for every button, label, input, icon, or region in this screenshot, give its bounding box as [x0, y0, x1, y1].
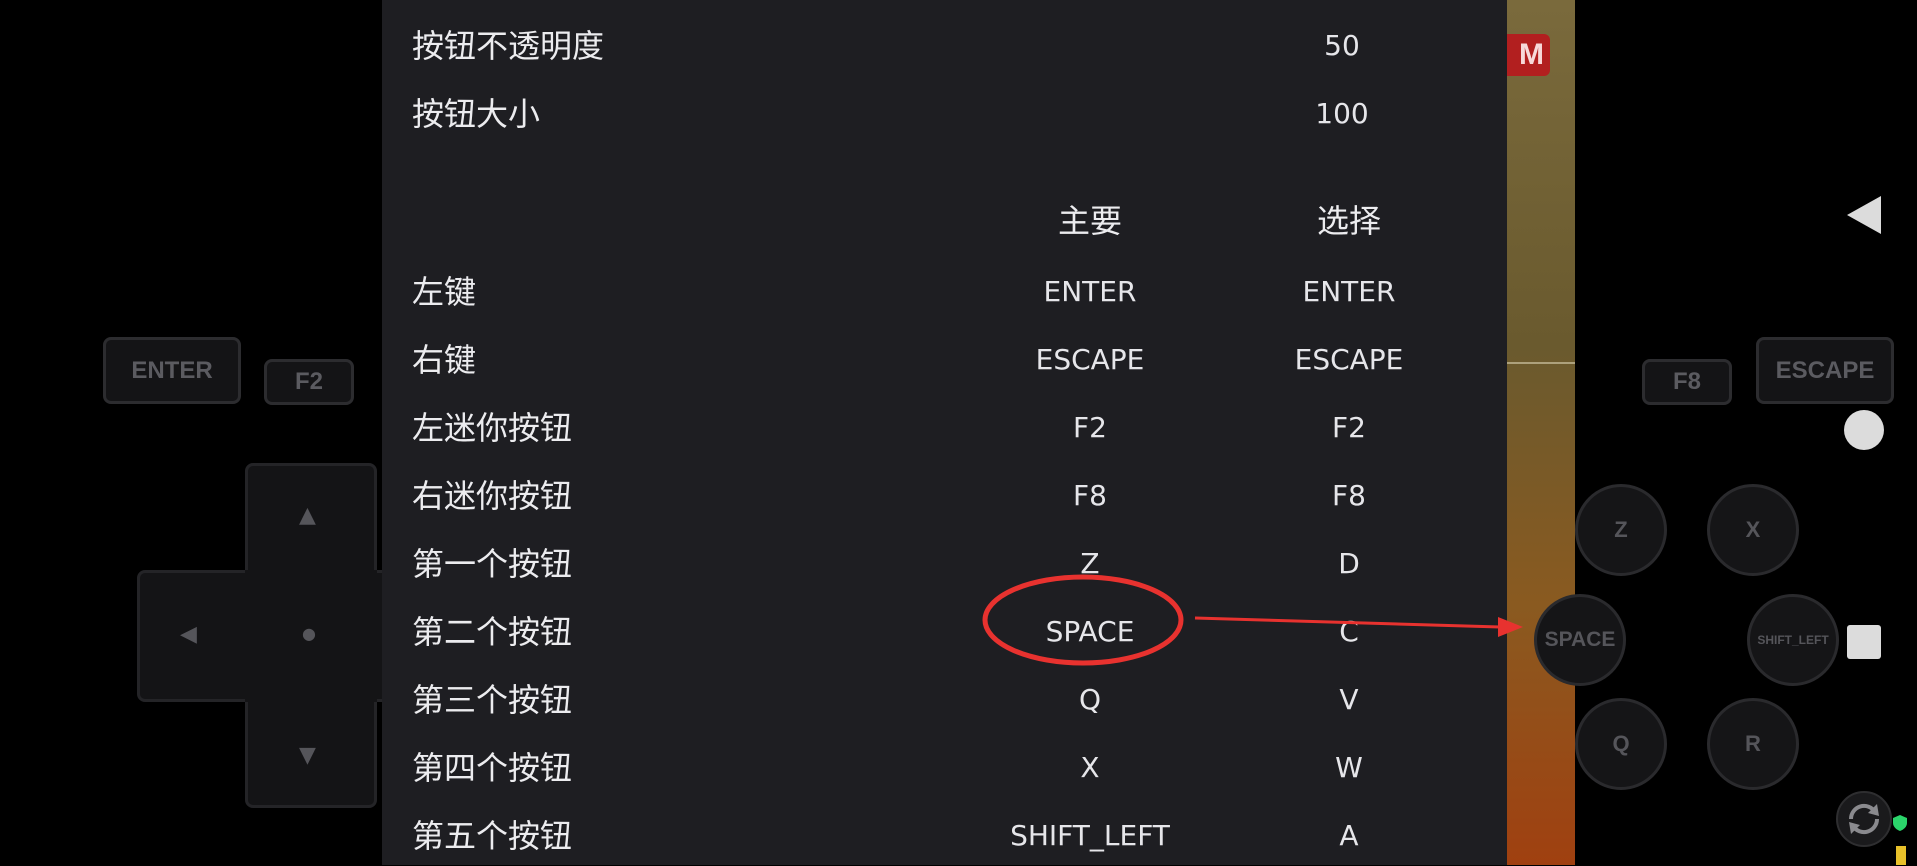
annotation-arrow-line: [1194, 616, 1501, 629]
highlight-ellipse: [982, 574, 1184, 666]
annotation-overlay: [982, 574, 1523, 666]
annotation-arrow-head-icon: [1498, 617, 1523, 637]
